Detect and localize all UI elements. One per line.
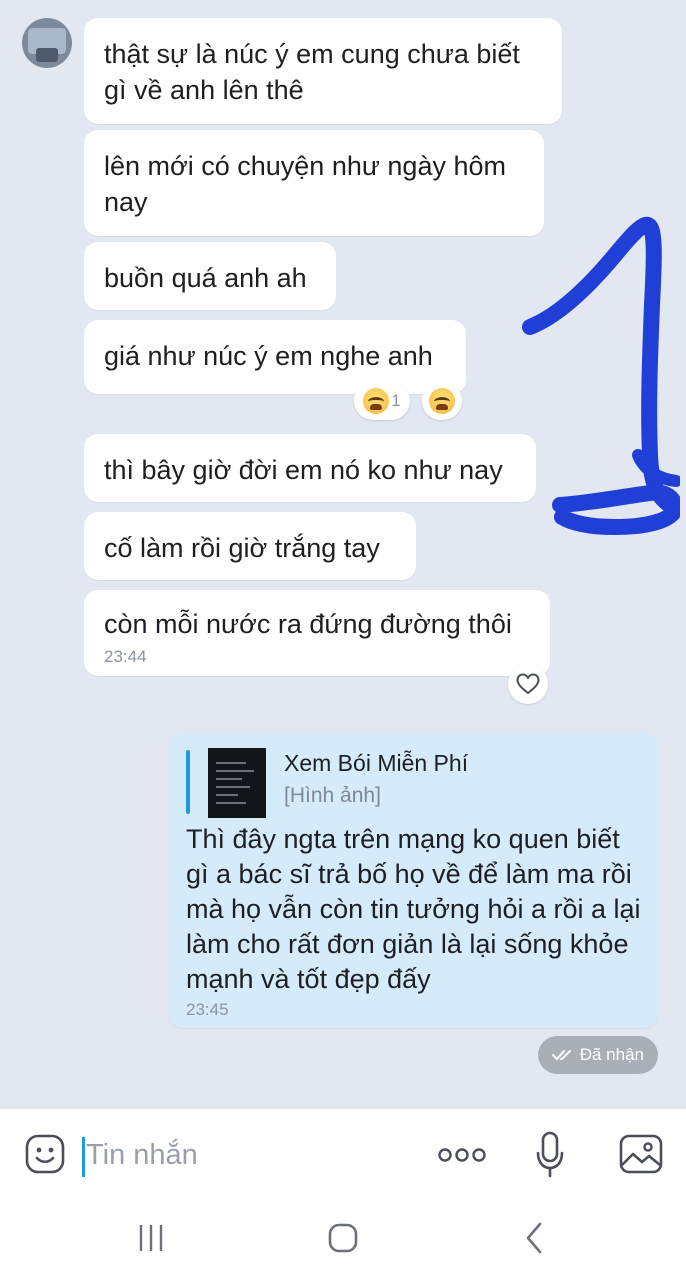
back-icon [526, 1222, 542, 1254]
recent-apps-icon [139, 1225, 163, 1251]
home-icon [328, 1223, 358, 1253]
hand-drawn-number-scribble [522, 216, 680, 535]
add-reaction-button[interactable] [422, 382, 462, 420]
message-time: 23:45 [186, 1000, 229, 1019]
back-button[interactable] [512, 1216, 556, 1260]
message-time: 23:44 [104, 647, 147, 666]
quote-bar [186, 750, 190, 814]
microphone-icon [536, 1131, 564, 1178]
message-text: Thì đây ngta trên mạng ko quen biết gì a… [186, 824, 641, 994]
message-text: thật sự là núc ý em cung chưa biết gì về… [104, 39, 520, 105]
message-text: thì bây giờ đời em nó ko như nay [104, 455, 503, 485]
more-icon [438, 1148, 486, 1162]
message-text: buồn quá anh ah [104, 263, 307, 293]
message-text: còn mỗi nước ra đứng đường thôi [104, 609, 512, 639]
quoted-image-thumbnail[interactable] [208, 748, 266, 818]
recent-apps-button[interactable] [126, 1218, 176, 1258]
delivery-status-text: Đã nhận [579, 1045, 644, 1064]
system-navigation-bar [0, 1200, 686, 1280]
chat-area[interactable]: thật sự là núc ý em cung chưa biết gì về… [0, 0, 686, 1108]
like-button[interactable] [508, 664, 548, 704]
home-button[interactable] [318, 1216, 368, 1260]
double-check-icon [551, 1050, 571, 1061]
message-bubble[interactable]: còn mỗi nước ra đứng đường thôi 23:44 [84, 590, 550, 676]
image-button[interactable] [616, 1131, 666, 1177]
image-icon [619, 1134, 663, 1174]
message-bubble[interactable]: thì bây giờ đời em nó ko như nay [84, 434, 536, 502]
message-text: giá như núc ý em nghe anh [104, 341, 433, 371]
more-button[interactable] [432, 1139, 492, 1171]
message-bubble[interactable]: thật sự là núc ý em cung chưa biết gì về… [84, 18, 562, 124]
heart-icon [516, 673, 540, 695]
message-input[interactable] [82, 1133, 412, 1177]
contact-avatar[interactable] [22, 18, 72, 68]
message-text: lên mới có chuyện như ngày hôm nay [104, 151, 506, 217]
crying-face-icon [429, 388, 455, 414]
message-bubble[interactable]: lên mới có chuyện như ngày hôm nay [84, 130, 544, 236]
message-bubble[interactable]: cố làm rồi giờ trắng tay [84, 512, 416, 580]
message-bubble[interactable]: buồn quá anh ah [84, 242, 336, 310]
quote-sender-name: Xem Bói Miễn Phí [284, 750, 469, 776]
quote-subtitle: [Hình ảnh] [284, 784, 381, 807]
emoji-button[interactable] [22, 1131, 68, 1177]
reaction-badge[interactable]: 1 [354, 382, 410, 420]
message-text: cố làm rồi giờ trắng tay [104, 533, 380, 563]
emoji-icon [25, 1134, 65, 1174]
reaction-count: 1 [391, 391, 401, 410]
message-composer [0, 1108, 686, 1200]
sent-message-bubble[interactable]: Xem Bói Miễn Phí [Hình ảnh] Thì đây ngta… [168, 732, 658, 1028]
message-bubble[interactable]: giá như núc ý em nghe anh [84, 320, 466, 394]
delivery-status-badge: Đã nhận [537, 1036, 658, 1074]
crying-face-icon [363, 388, 390, 414]
microphone-button[interactable] [530, 1129, 570, 1181]
